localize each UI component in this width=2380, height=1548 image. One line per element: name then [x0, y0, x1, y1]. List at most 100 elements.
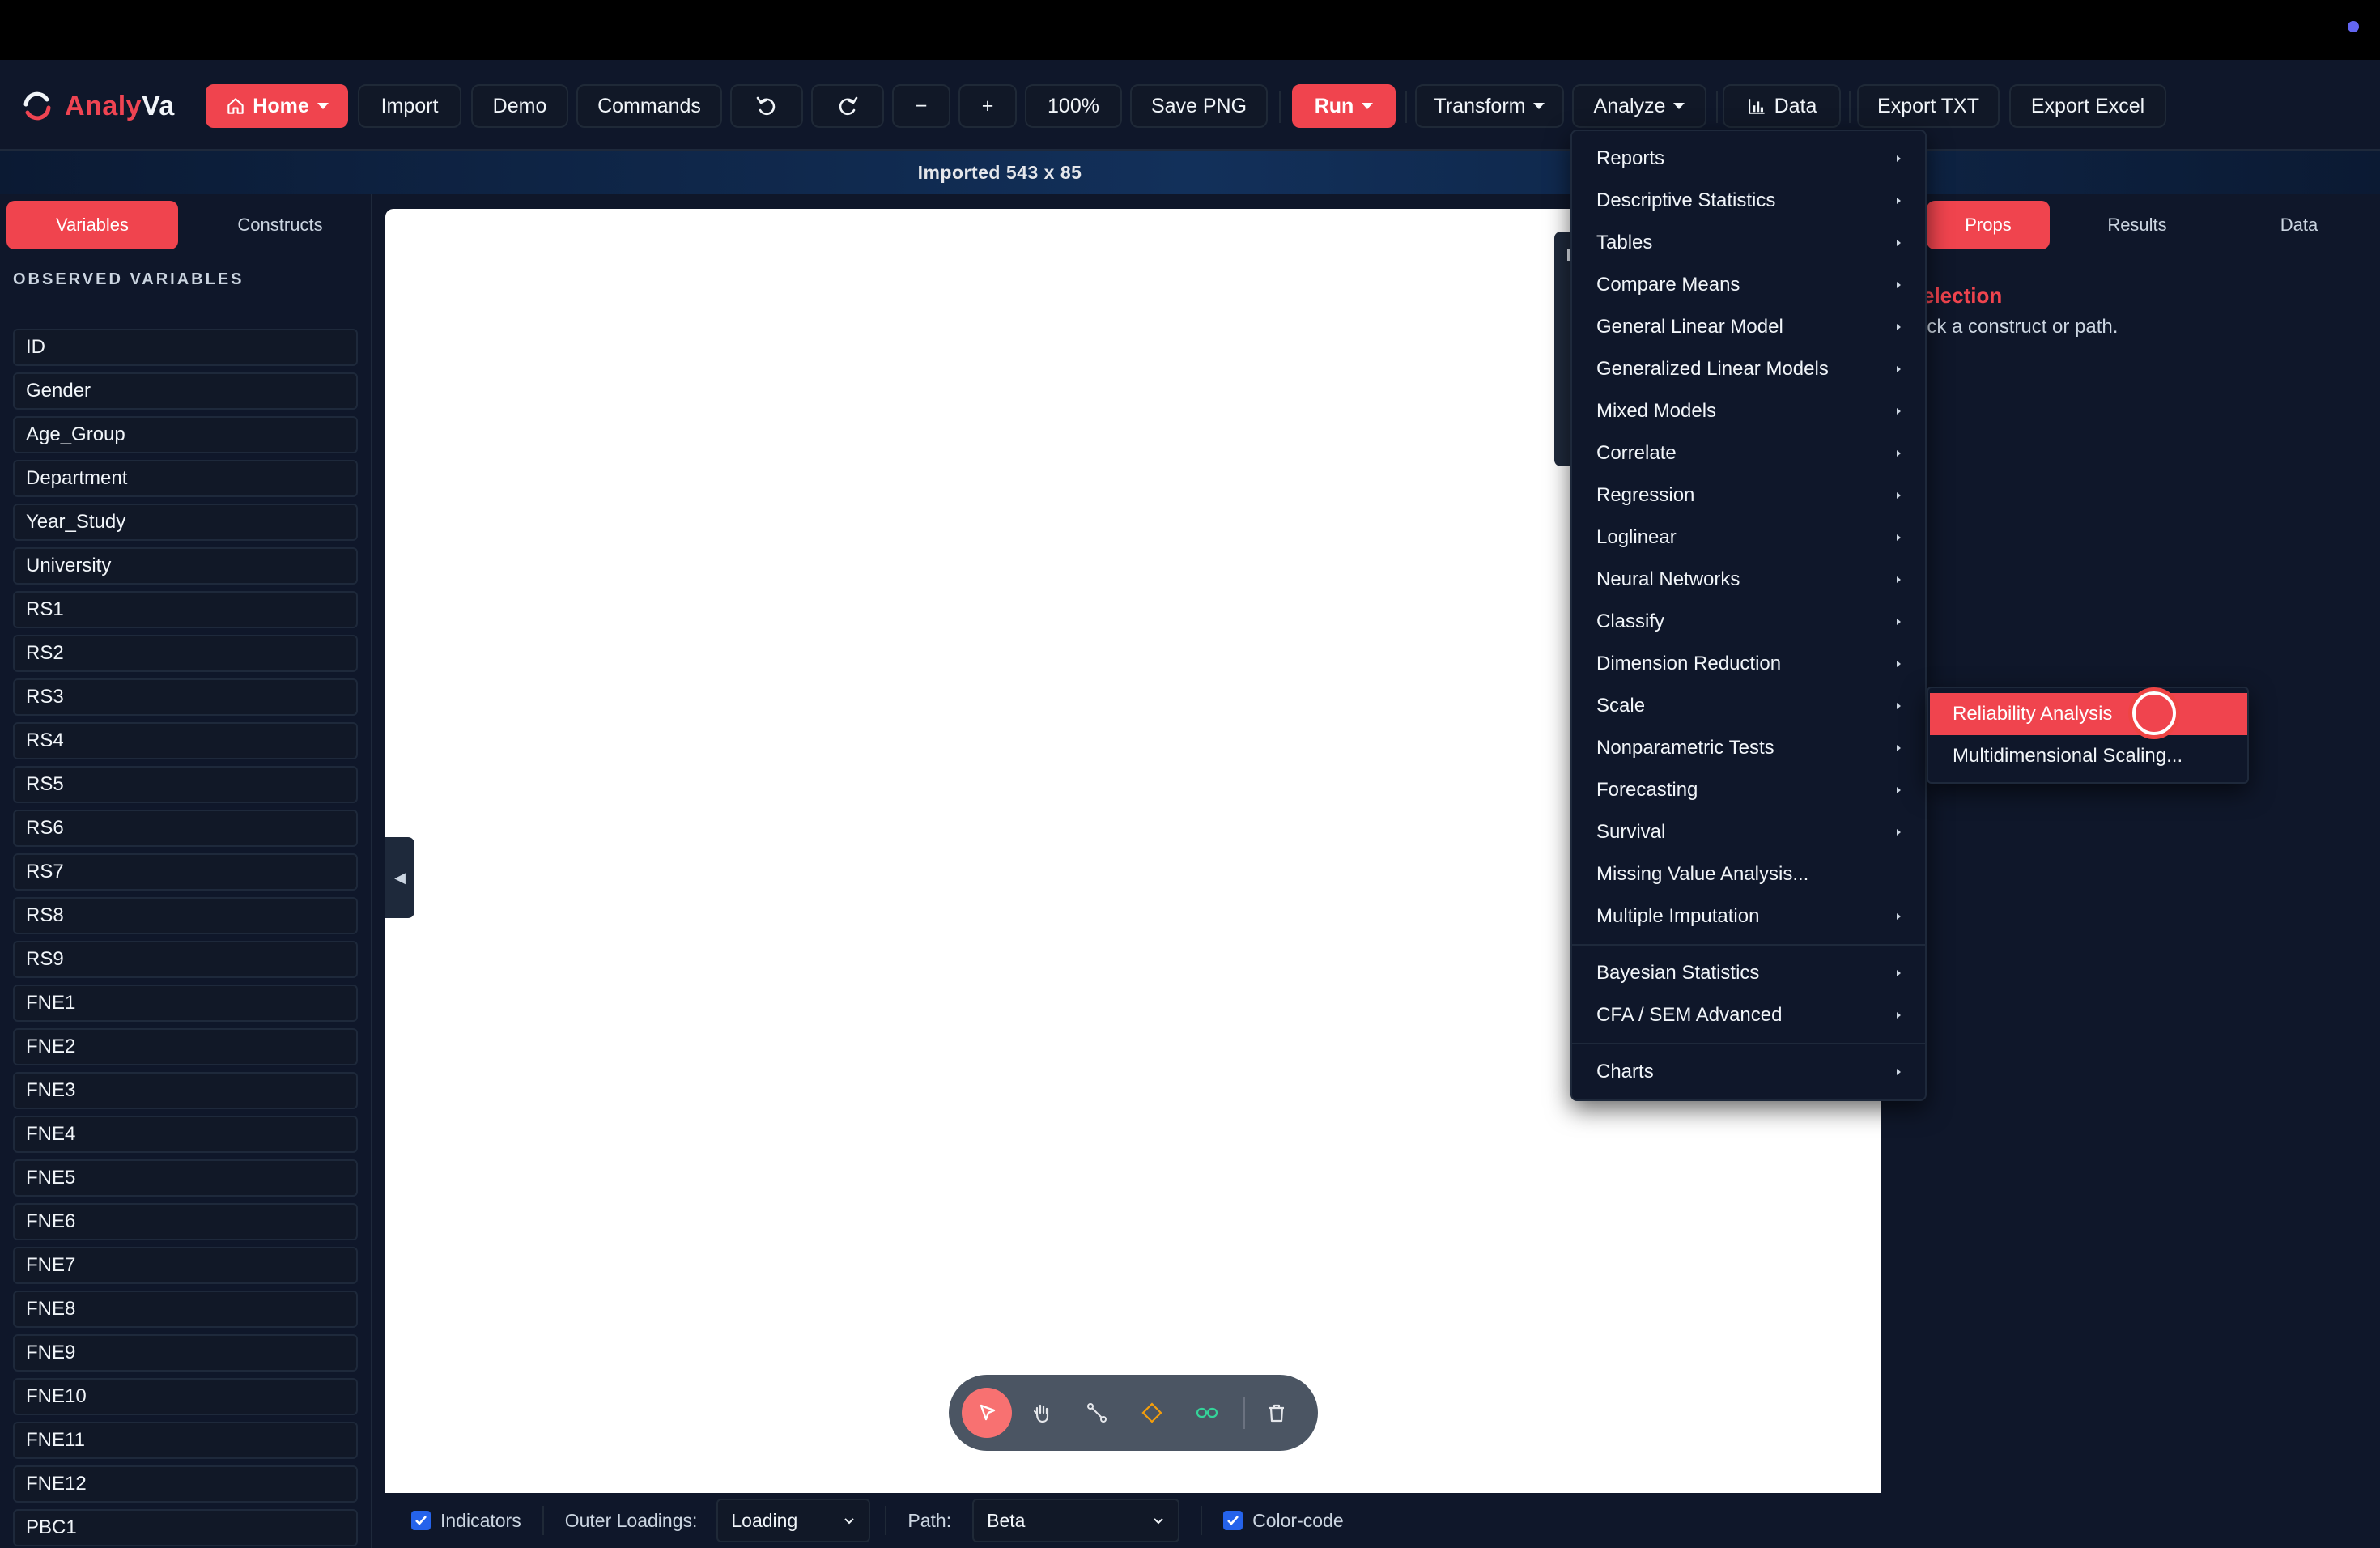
menu-item-reliability-analysis[interactable]: Reliability Analysis — [1930, 693, 2247, 735]
commands-button[interactable]: Commands — [576, 84, 722, 128]
undo-button[interactable] — [730, 84, 803, 128]
menu-item-tables[interactable]: Tables — [1572, 222, 1925, 264]
variable-item[interactable]: RS7 — [13, 853, 358, 891]
submenu-arrow-icon — [1897, 366, 1901, 372]
export-txt-button[interactable]: Export TXT — [1857, 84, 2000, 128]
menu-item-survival[interactable]: Survival — [1572, 811, 1925, 853]
zoom-out-button[interactable]: − — [892, 84, 950, 128]
menu-item-mixed-models[interactable]: Mixed Models — [1572, 390, 1925, 432]
variable-item[interactable]: RS8 — [13, 897, 358, 934]
data-view-button[interactable]: Data — [1723, 84, 1841, 128]
menu-item-neural-networks[interactable]: Neural Networks — [1572, 559, 1925, 601]
variable-item[interactable]: RS4 — [13, 722, 358, 759]
select-tool-button[interactable] — [962, 1388, 1012, 1438]
menu-item-cfa-sem-advanced[interactable]: CFA / SEM Advanced — [1572, 994, 1925, 1036]
variable-item[interactable]: Department — [13, 460, 358, 497]
variable-item[interactable]: FNE10 — [13, 1378, 358, 1415]
variable-item[interactable]: RS5 — [13, 766, 358, 803]
variable-item[interactable]: RS6 — [13, 810, 358, 847]
tab-constructs[interactable]: Constructs — [194, 201, 366, 249]
variable-item[interactable]: FNE5 — [13, 1159, 358, 1197]
indicators-checkbox[interactable] — [411, 1511, 431, 1530]
menu-item-generalized-linear-models[interactable]: Generalized Linear Models — [1572, 348, 1925, 390]
variable-item[interactable]: FNE3 — [13, 1072, 358, 1109]
demo-button[interactable]: Demo — [471, 84, 568, 128]
menu-item-regression[interactable]: Regression — [1572, 474, 1925, 517]
transform-menu-button[interactable]: Transform — [1415, 84, 1564, 128]
variable-item[interactable]: FNE1 — [13, 985, 358, 1022]
variable-item[interactable]: RS1 — [13, 591, 358, 628]
bottom-divider — [542, 1506, 544, 1535]
variable-item[interactable]: ID — [13, 329, 358, 366]
submenu-arrow-icon — [1897, 829, 1901, 836]
path-icon — [1087, 1403, 1107, 1423]
submenu-arrow-icon — [1897, 408, 1901, 415]
submenu-arrow-icon — [1897, 240, 1901, 246]
menu-item-multidimensional-scaling[interactable]: Multidimensional Scaling... — [1930, 735, 2247, 777]
variable-item[interactable]: Age_Group — [13, 416, 358, 453]
home-button[interactable]: Home — [206, 84, 348, 128]
variable-item[interactable]: RS9 — [13, 941, 358, 978]
variable-item[interactable]: FNE12 — [13, 1465, 358, 1503]
menu-item-compare-means[interactable]: Compare Means — [1572, 264, 1925, 306]
variable-item[interactable]: FNE4 — [13, 1116, 358, 1153]
left-panel: Variables Constructs OBSERVED VARIABLES … — [0, 194, 372, 1548]
collapse-panel-button[interactable]: ◀ — [385, 837, 414, 918]
menu-item-missing-value-analysis[interactable]: Missing Value Analysis... — [1572, 853, 1925, 895]
zoom-level[interactable]: 100% — [1025, 84, 1122, 128]
menu-item-descriptive-statistics[interactable]: Descriptive Statistics — [1572, 180, 1925, 222]
redo-button[interactable] — [811, 84, 884, 128]
save-png-button[interactable]: Save PNG — [1130, 84, 1268, 128]
link-tool-button[interactable] — [1182, 1388, 1232, 1438]
export-excel-button[interactable]: Export Excel — [2009, 84, 2166, 128]
menu-item-forecasting[interactable]: Forecasting — [1572, 769, 1925, 811]
variable-item[interactable]: RS2 — [13, 635, 358, 672]
selection-title: election — [1923, 283, 2003, 308]
menu-item-scale[interactable]: Scale — [1572, 685, 1925, 727]
variable-item[interactable]: RS3 — [13, 678, 358, 716]
variable-item[interactable]: FNE6 — [13, 1203, 358, 1240]
tab-data[interactable]: Data — [2234, 201, 2364, 249]
variable-item[interactable]: Year_Study — [13, 504, 358, 541]
variable-item[interactable]: FNE8 — [13, 1291, 358, 1328]
menu-item-nonparametric-tests[interactable]: Nonparametric Tests — [1572, 727, 1925, 769]
variable-item[interactable]: FNE2 — [13, 1028, 358, 1065]
run-button[interactable]: Run — [1292, 84, 1396, 128]
tab-variables[interactable]: Variables — [6, 201, 178, 249]
menu-divider — [1572, 1043, 1925, 1044]
menu-item-reports[interactable]: Reports — [1572, 138, 1925, 180]
menu-item-bayesian-statistics[interactable]: Bayesian Statistics — [1572, 952, 1925, 994]
tab-results[interactable]: Results — [2072, 201, 2202, 249]
pan-tool-button[interactable] — [1017, 1388, 1067, 1438]
path-label: Path: — [907, 1509, 952, 1531]
toolbar-divider — [1716, 91, 1718, 123]
status-message: Imported 543 x 85 — [917, 161, 1082, 183]
menu-item-general-linear-model[interactable]: General Linear Model — [1572, 306, 1925, 348]
menu-item-correlate[interactable]: Correlate — [1572, 432, 1925, 474]
menu-item-loglinear[interactable]: Loglinear — [1572, 517, 1925, 559]
analyze-menu-button[interactable]: Analyze — [1572, 84, 1706, 128]
delete-tool-button[interactable] — [1252, 1388, 1302, 1438]
variable-item[interactable]: FNE11 — [13, 1422, 358, 1459]
submenu-arrow-icon — [1897, 534, 1901, 541]
color-code-checkbox[interactable] — [1223, 1511, 1243, 1530]
variable-item[interactable]: FNE9 — [13, 1334, 358, 1372]
connect-tool-button[interactable] — [1072, 1388, 1122, 1438]
menu-item-dimension-reduction[interactable]: Dimension Reduction — [1572, 643, 1925, 685]
home-icon — [227, 98, 244, 114]
menu-item-classify[interactable]: Classify — [1572, 601, 1925, 643]
submenu-arrow-icon — [1897, 450, 1901, 457]
tab-props[interactable]: Props — [1927, 201, 2050, 249]
outer-loadings-select[interactable]: Loading — [716, 1499, 871, 1542]
variable-item[interactable]: PBC1 — [13, 1509, 358, 1546]
menu-item-multiple-imputation[interactable]: Multiple Imputation — [1572, 895, 1925, 938]
variable-item[interactable]: FNE7 — [13, 1247, 358, 1284]
import-button[interactable]: Import — [358, 84, 461, 128]
menu-item-charts[interactable]: Charts — [1572, 1051, 1925, 1093]
variable-item[interactable]: Gender — [13, 372, 358, 410]
variable-item[interactable]: University — [13, 547, 358, 585]
canvas-side-card — [1554, 232, 1570, 466]
construct-tool-button[interactable] — [1127, 1388, 1177, 1438]
path-select[interactable]: Beta — [972, 1499, 1180, 1542]
zoom-in-button[interactable]: + — [958, 84, 1017, 128]
